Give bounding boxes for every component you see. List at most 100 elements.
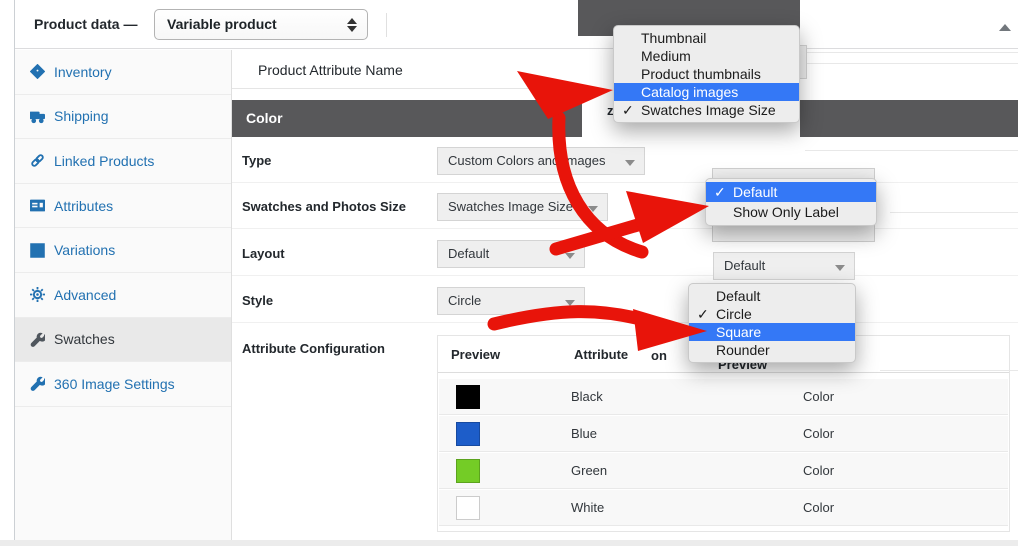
menu-item-square[interactable]: Square	[689, 323, 855, 341]
field-label-attribute-configuration: Attribute Configuration	[242, 341, 385, 356]
link-icon	[30, 153, 45, 168]
color-swatch	[456, 385, 480, 409]
fragment-partial-configuration-label: on	[651, 348, 667, 363]
sidebar-item-label: Inventory	[54, 64, 112, 80]
fragment-row-divider	[890, 212, 1018, 213]
chevron-down-icon	[588, 206, 598, 212]
menu-item-default[interactable]: ✓Default	[706, 182, 876, 202]
attribute-name-header: Product Attribute Name	[258, 62, 403, 78]
style-dropdown-menu: Default ✓Circle Square Rounder	[688, 283, 856, 363]
grid-icon	[30, 243, 45, 258]
attribute-name: Blue	[571, 426, 597, 441]
sidebar-item-inventory[interactable]: Inventory	[15, 50, 231, 95]
card-icon	[30, 198, 45, 213]
product-type-value: Variable product	[167, 16, 277, 32]
menu-item-default[interactable]: Default	[689, 287, 855, 305]
select-stepper-icon	[347, 17, 357, 33]
row-divider	[232, 275, 1018, 276]
layout-select[interactable]: Default	[437, 240, 585, 268]
product-data-sidebar: Inventory Shipping Linked Products Attri…	[15, 50, 232, 540]
header-divider	[232, 88, 582, 89]
attribute-type: Color	[803, 389, 834, 404]
swatches-size-select[interactable]: Swatches Image Size	[437, 193, 608, 221]
color-section-title: Color	[246, 110, 283, 126]
sidebar-item-label: Advanced	[54, 287, 116, 303]
image-size-dropdown-menu: Thumbnail Medium Product thumbnails Cata…	[613, 25, 800, 123]
menu-item-show-only-label[interactable]: Show Only Label	[706, 202, 876, 222]
toolbar-divider	[386, 13, 387, 37]
field-label-layout: Layout	[242, 246, 285, 261]
chevron-down-icon	[625, 160, 635, 166]
fragment-row-divider	[805, 63, 1018, 64]
product-data-header-bar: Product data — Variable product	[14, 0, 1018, 49]
swatches-size-select-value: Swatches Image Size	[448, 199, 573, 214]
product-data-title: Product data —	[34, 16, 137, 32]
row-divider	[232, 228, 1018, 229]
fragment-row-divider	[880, 370, 1018, 371]
color-swatch	[456, 496, 480, 520]
fragment-layout-select[interactable]: Default	[713, 252, 855, 280]
attribute-type: Color	[803, 500, 834, 515]
menu-item-circle[interactable]: ✓Circle	[689, 305, 855, 323]
fragment-layout-select-value: Default	[724, 258, 765, 273]
wrench-icon	[30, 332, 45, 347]
field-label-type: Type	[242, 153, 271, 168]
sidebar-item-label: Swatches	[54, 331, 115, 347]
sidebar-item-label: Attributes	[54, 198, 113, 214]
chevron-down-icon	[565, 253, 575, 259]
table-row-black[interactable]: Black Color	[439, 379, 1008, 415]
wrench-icon	[30, 376, 45, 391]
attribute-name: Black	[571, 389, 603, 404]
menu-item-catalog-images[interactable]: Catalog images	[614, 83, 799, 101]
check-icon: ✓	[697, 306, 709, 323]
sidebar-item-label: 360 Image Settings	[54, 376, 175, 392]
style-select[interactable]: Circle	[437, 287, 585, 315]
color-section-bar: Color	[232, 100, 582, 137]
arrow-to-catalog-images	[559, 118, 642, 252]
table-row-white[interactable]: White Color	[439, 490, 1008, 526]
sidebar-item-linked-products[interactable]: Linked Products	[15, 139, 231, 184]
tag-icon	[30, 64, 45, 79]
row-divider	[232, 182, 1018, 183]
fragment-row-divider	[805, 52, 1018, 53]
menu-item-thumbnail[interactable]: Thumbnail	[614, 29, 799, 47]
color-swatch	[456, 422, 480, 446]
table-row-blue[interactable]: Blue Color	[439, 416, 1008, 452]
column-header-attribute: Attribute	[574, 347, 628, 362]
sidebar-item-variations[interactable]: Variations	[15, 228, 231, 273]
sidebar-item-label: Linked Products	[54, 153, 154, 169]
sidebar-item-advanced[interactable]: Advanced	[15, 273, 231, 318]
sidebar-item-attributes[interactable]: Attributes	[15, 184, 231, 229]
attribute-type: Color	[803, 426, 834, 441]
chevron-down-icon	[565, 300, 575, 306]
chevron-down-icon	[835, 265, 845, 271]
sidebar-item-label: Shipping	[54, 108, 109, 124]
field-label-swatches-size: Swatches and Photos Size	[242, 199, 406, 214]
page-bottom-strip	[0, 540, 1018, 546]
column-header-preview: Preview	[451, 347, 500, 362]
menu-item-medium[interactable]: Medium	[614, 47, 799, 65]
layout-dropdown-menu: ✓Default Show Only Label	[705, 178, 877, 226]
sidebar-item-swatches[interactable]: Swatches	[15, 318, 231, 363]
collapse-panel-icon[interactable]	[999, 24, 1011, 31]
sidebar-item-360-image-settings[interactable]: 360 Image Settings	[15, 362, 231, 407]
menu-item-product-thumbnails[interactable]: Product thumbnails	[614, 65, 799, 83]
style-select-value: Circle	[448, 293, 481, 308]
attribute-type: Color	[803, 463, 834, 478]
sidebar-item-shipping[interactable]: Shipping	[15, 95, 231, 140]
type-select-value: Custom Colors and Images	[448, 153, 606, 168]
type-select[interactable]: Custom Colors and Images	[437, 147, 645, 175]
field-label-style: Style	[242, 293, 273, 308]
table-row-green[interactable]: Green Color	[439, 453, 1008, 489]
fragment-color-section-bar	[800, 100, 1018, 137]
color-swatch	[456, 459, 480, 483]
sidebar-item-label: Variations	[54, 242, 115, 258]
menu-item-swatches-image-size[interactable]: ✓Swatches Image Size	[614, 101, 799, 119]
attribute-name: Green	[571, 463, 607, 478]
product-type-select[interactable]: Variable product	[154, 9, 368, 40]
gear-icon	[30, 287, 45, 302]
menu-item-rounder[interactable]: Rounder	[689, 341, 855, 359]
truck-icon	[30, 109, 45, 124]
row-divider	[232, 322, 1018, 323]
attribute-name: White	[571, 500, 604, 515]
